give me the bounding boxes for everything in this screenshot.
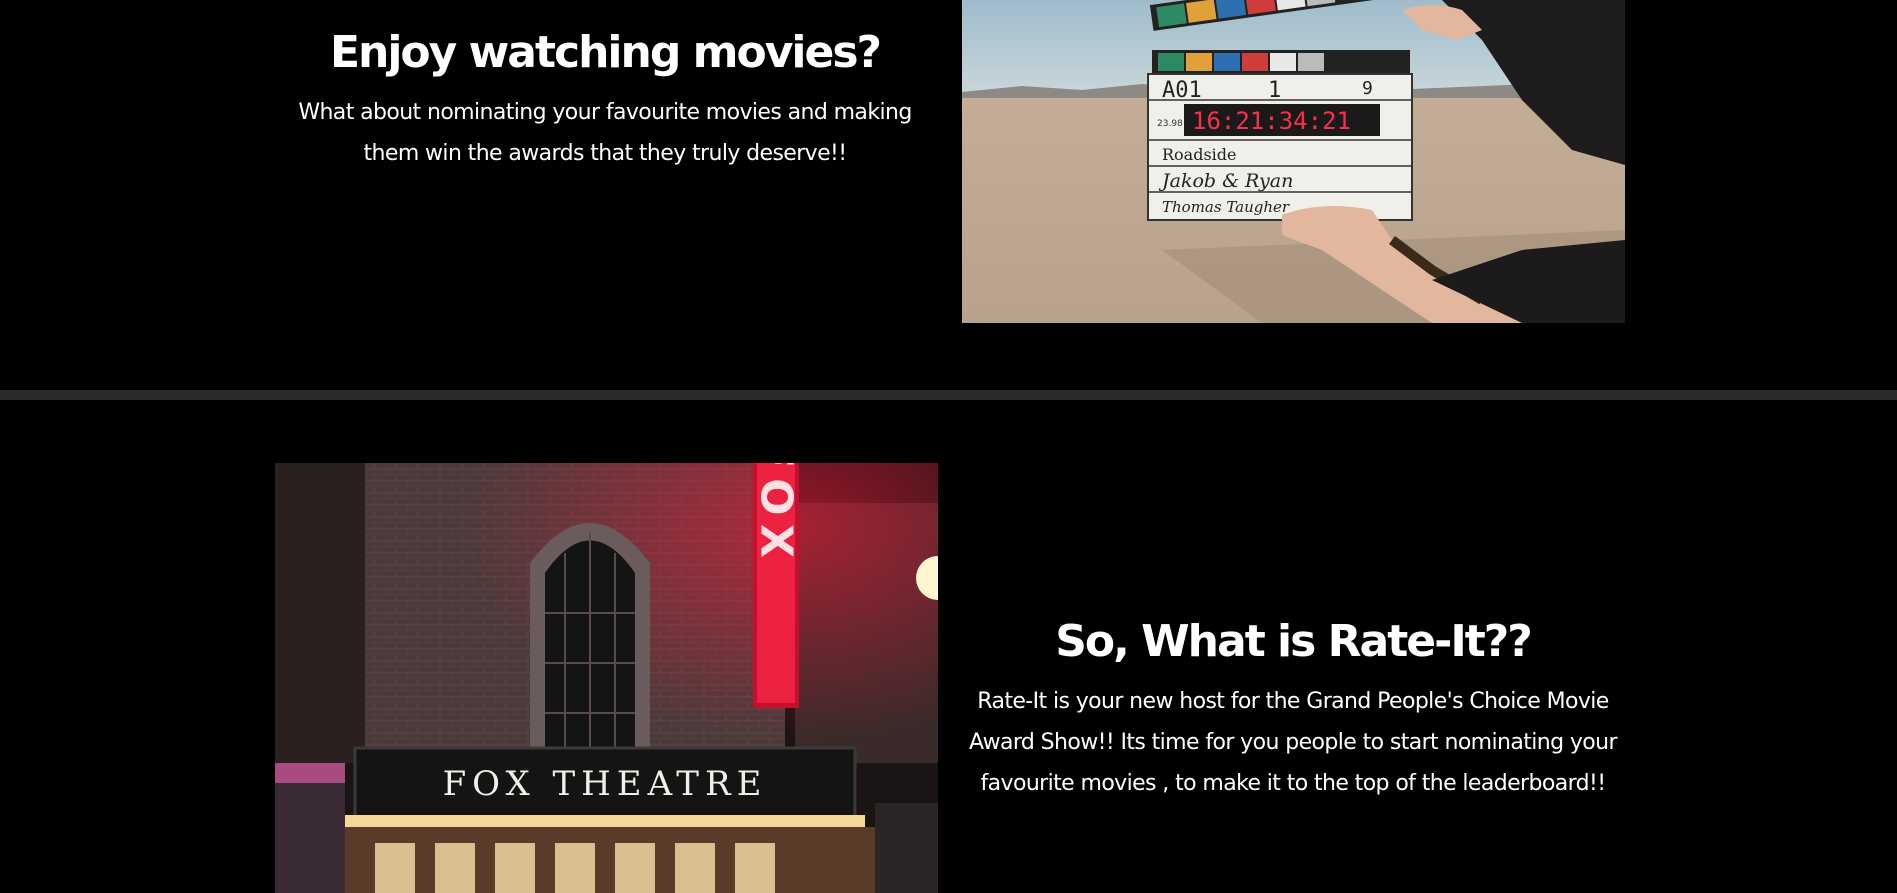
about-section: FOX FOX THEATRE So, What is Rate-It?? Ra… [0,400,1897,893]
section-divider [0,390,1897,400]
clapper-scene: 1 [1268,78,1281,103]
clapperboard-photo: A01 1 9 23.98 16:21:34:21 Roadside Jakob… [962,0,1625,323]
about-text-block: So, What is Rate-It?? Rate-It is your ne… [958,400,1628,804]
clapper-fps: 23.98 [1157,119,1183,129]
clapper-production: Roadside [1162,145,1237,164]
clapperboard-illustration: A01 1 9 23.98 16:21:34:21 Roadside Jakob… [962,0,1625,323]
intro-section: Enjoy watching movies? What about nomina… [0,0,1897,390]
clapper-camera: Thomas Taugher [1162,198,1290,216]
intro-text-block: Enjoy watching movies? What about nomina… [275,0,935,174]
about-heading: So, What is Rate-It?? [1055,616,1533,667]
clapper-timecode: 16:21:34:21 [1192,107,1351,135]
clapper-director: Jakob & Ryan [1158,170,1293,192]
intro-heading: Enjoy watching movies? [329,27,882,78]
marquee-text: FOX THEATRE [443,764,768,804]
intro-description: What about nominating your favourite mov… [298,99,912,166]
vertical-sign-text: FOX [751,463,802,568]
theatre-illustration: FOX FOX THEATRE [275,463,938,893]
clapper-take: 9 [1362,78,1373,99]
fox-theatre-photo: FOX FOX THEATRE [275,463,938,893]
clapper-roll: A01 [1162,78,1202,103]
page: Enjoy watching movies? What about nomina… [0,0,1897,893]
about-description: Rate-It is your new host for the Grand P… [969,688,1618,796]
